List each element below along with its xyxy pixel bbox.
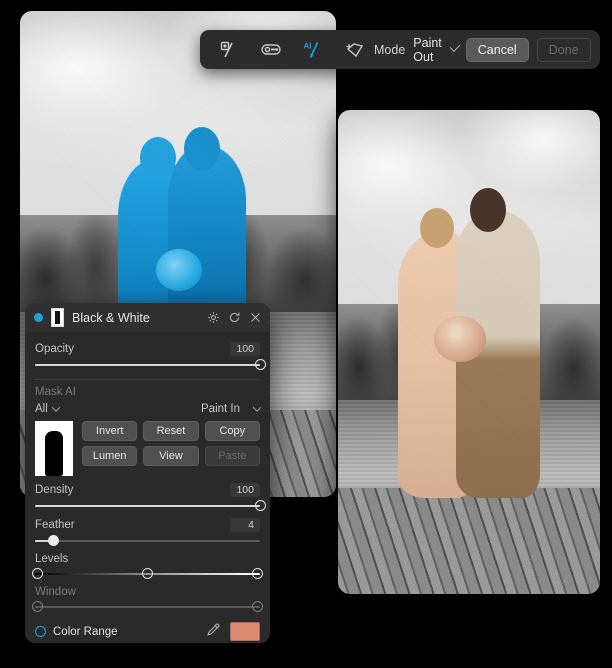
black-and-white-panel: Black & White — [25, 303, 270, 643]
reset-icon[interactable] — [228, 311, 241, 324]
eyedropper-icon[interactable] — [206, 623, 220, 640]
slider-handle[interactable] — [255, 359, 266, 370]
slider-fill — [35, 364, 260, 366]
mask-thumbnail[interactable] — [35, 421, 73, 476]
levels-slider[interactable] — [35, 567, 260, 581]
density-value: 100 — [230, 483, 260, 497]
chevron-down-icon — [52, 403, 60, 411]
density-label: Density — [35, 484, 73, 496]
close-icon[interactable] — [249, 311, 262, 324]
photo-right-color[interactable] — [338, 110, 600, 594]
invert-button[interactable]: Invert — [82, 421, 137, 441]
color-swatch[interactable] — [230, 622, 260, 641]
groom-head — [470, 188, 506, 232]
mask-ai-row: Mask AI — [35, 386, 260, 398]
density-slider[interactable] — [35, 499, 260, 513]
bride-head — [140, 137, 176, 179]
cancel-button[interactable]: Cancel — [466, 38, 529, 62]
mode-value: Paint Out — [413, 36, 445, 64]
feather-row: Feather 4 — [35, 518, 260, 532]
window-slider — [35, 600, 260, 614]
color-range-radio[interactable] — [35, 626, 46, 637]
window-row: Window — [35, 586, 260, 598]
mask-ai-selectors: All Paint In — [35, 403, 260, 415]
window-handle-low — [32, 601, 43, 612]
gear-icon[interactable] — [207, 311, 220, 324]
svg-text:AI: AI — [304, 41, 312, 50]
toolbar-right-group: Mode Paint Out Cancel Done — [374, 36, 601, 64]
copy-button[interactable]: Copy — [205, 421, 260, 441]
feather-slider[interactable] — [35, 534, 260, 548]
slider-handle[interactable] — [48, 535, 59, 546]
opacity-slider[interactable] — [35, 358, 260, 372]
window-handle-high — [252, 601, 263, 612]
color-range-toggle-label: Color Range — [53, 626, 118, 638]
levels-label: Levels — [35, 553, 68, 565]
chevron-down-icon — [253, 403, 261, 411]
panel-header: Black & White — [25, 303, 270, 332]
mask-toolbar: AI Mode Paint Out Cancel Done — [200, 30, 600, 69]
color-range-toggle-row: Color Range — [35, 622, 260, 641]
layer-enabled-toggle[interactable] — [34, 313, 43, 322]
mode-label: Mode — [374, 43, 405, 57]
opacity-value: 100 — [230, 342, 260, 356]
mask-controls-row: Invert Reset Copy Lumen View Paste — [35, 421, 260, 476]
black-white-layer-icon — [51, 308, 64, 327]
panel-header-actions — [207, 311, 262, 324]
feather-label: Feather — [35, 519, 75, 531]
slider-fill — [35, 505, 260, 507]
dock-region — [338, 488, 600, 594]
ai-mask-tool[interactable]: AI — [294, 35, 332, 64]
mask-ai-label: Mask AI — [35, 386, 76, 398]
slider-track — [35, 606, 260, 608]
mask-silhouette — [45, 431, 63, 476]
brush-mask-tool[interactable] — [210, 35, 248, 64]
opacity-row: Opacity 100 — [35, 342, 260, 356]
polygon-mask-tool[interactable] — [336, 35, 374, 64]
density-row: Density 100 — [35, 483, 260, 497]
groom-head — [184, 127, 220, 171]
app-root: AI Mode Paint Out Cancel Done — [0, 0, 612, 668]
slider-handle[interactable] — [255, 500, 266, 511]
chevron-down-icon — [450, 41, 461, 52]
done-button: Done — [537, 38, 591, 62]
levels-handle-midtone[interactable] — [142, 568, 153, 579]
mask-selection-value: All — [35, 403, 48, 415]
paste-button: Paste — [205, 446, 260, 466]
levels-handle-white[interactable] — [252, 568, 263, 579]
levels-row: Levels — [35, 553, 260, 565]
paint-mode-value: Paint In — [201, 403, 240, 415]
mask-button-grid: Invert Reset Copy Lumen View Paste — [82, 421, 260, 476]
opacity-label: Opacity — [35, 343, 74, 355]
panel-body: Opacity 100 Mask AI All Paint In — [25, 332, 270, 643]
gradient-mask-tool[interactable] — [252, 35, 290, 64]
mode-dropdown[interactable]: Paint Out — [413, 36, 458, 64]
reset-button[interactable]: Reset — [143, 421, 198, 441]
couple-color — [396, 168, 546, 498]
paint-mode-dropdown[interactable]: Paint In — [201, 403, 260, 415]
slider-track — [35, 540, 260, 542]
levels-handle-black[interactable] — [32, 568, 43, 579]
lumen-button[interactable]: Lumen — [82, 446, 137, 466]
panel-title: Black & White — [72, 311, 150, 325]
tool-group: AI — [200, 35, 374, 64]
bouquet — [156, 249, 202, 291]
color-range-tools — [206, 622, 260, 641]
feather-value: 4 — [230, 518, 260, 532]
window-label: Window — [35, 586, 76, 598]
mask-selection-dropdown[interactable]: All — [35, 403, 59, 415]
bride-head — [420, 208, 454, 248]
bouquet — [434, 316, 486, 362]
divider — [35, 379, 260, 380]
view-button[interactable]: View — [143, 446, 198, 466]
